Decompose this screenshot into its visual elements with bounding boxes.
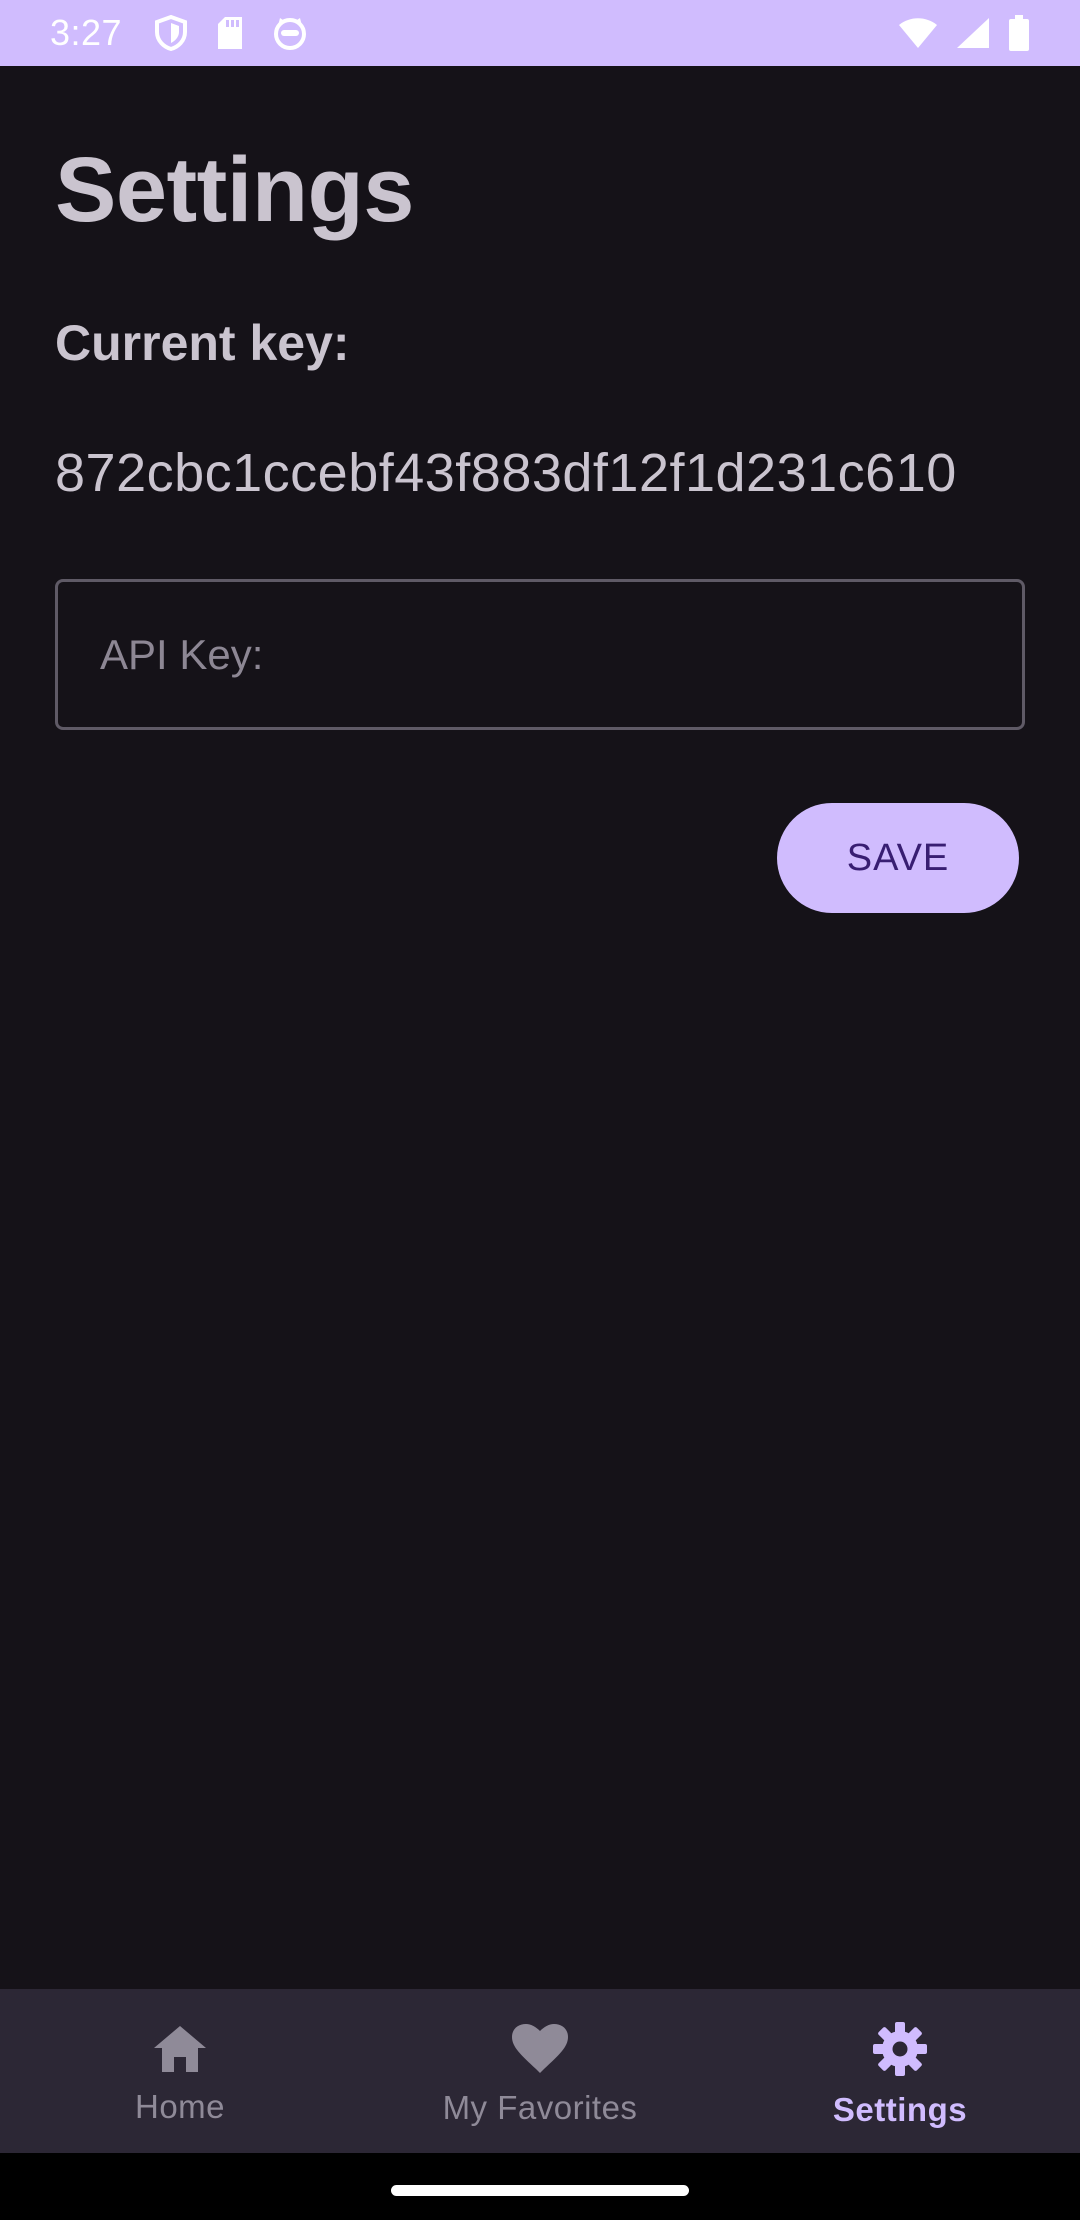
settings-screen: 3:27 Settings Current key: 872cbc1ccebf4… — [0, 0, 1080, 2220]
current-key-label: Current key: — [55, 315, 350, 371]
home-icon — [152, 2024, 208, 2088]
bottom-navigation: Home My Favorites Settings — [0, 1989, 1080, 2153]
nav-item-my-favorites[interactable]: My Favorites — [360, 1989, 720, 2153]
api-key-field[interactable] — [55, 579, 1025, 730]
status-bar: 3:27 — [0, 0, 1080, 66]
nav-item-home[interactable]: Home — [0, 1989, 360, 2153]
page-title: Settings — [55, 139, 414, 241]
heart-icon — [511, 2023, 569, 2089]
status-notification-icons — [154, 15, 308, 51]
nav-label-home: Home — [134, 2088, 226, 2125]
current-key-value: 872cbc1ccebf43f883df12f1d231c610 — [55, 443, 957, 503]
gear-icon — [872, 2021, 928, 2091]
cat-face-icon — [272, 16, 308, 50]
nav-label-my-favorites: My Favorites — [442, 2089, 638, 2126]
status-time: 3:27 — [50, 12, 123, 53]
status-system-icons — [898, 15, 1030, 51]
api-key-input[interactable] — [100, 582, 1022, 727]
nav-label-settings: Settings — [832, 2091, 968, 2128]
signal-icon — [956, 17, 990, 49]
battery-icon — [1008, 15, 1030, 51]
wifi-icon — [898, 17, 938, 49]
sd-card-icon — [216, 16, 244, 50]
home-gesture-handle[interactable] — [391, 2185, 689, 2196]
save-button[interactable]: SAVE — [777, 803, 1019, 913]
gesture-bar — [0, 2153, 1080, 2220]
nav-item-settings[interactable]: Settings — [720, 1989, 1080, 2153]
shield-icon — [154, 15, 188, 51]
